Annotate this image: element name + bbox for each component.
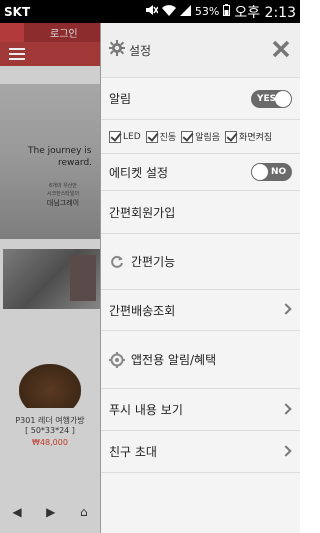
checkbox-label: LED xyxy=(123,131,141,142)
checkbox-label: 알림음 xyxy=(195,133,221,143)
checkbox-screen-on[interactable]: 화면켜짐 xyxy=(225,130,272,143)
mute-icon xyxy=(145,4,159,19)
invite-friend-row[interactable]: 친구 초대 xyxy=(101,431,300,473)
settings-drawer: 설정 알림 YES LED 진동 알림음 화면켜짐 에티켓 설정 NO 간편회원… xyxy=(100,23,300,533)
clock: 오후 2:13 xyxy=(234,4,296,21)
bag-image[interactable] xyxy=(19,364,81,408)
bg-logo xyxy=(0,23,24,42)
checkbox-checked-icon xyxy=(181,130,194,143)
bg-header: 로그인 xyxy=(0,23,100,42)
prev-arrow-icon[interactable]: ◀ xyxy=(12,505,21,519)
banner-small-2: 시크한스타일의 xyxy=(46,191,80,197)
etiquette-toggle[interactable]: NO xyxy=(251,163,292,181)
easy-features-row: 간편기능 xyxy=(101,234,300,290)
checkbox-checked-icon xyxy=(109,130,121,143)
toggle-knob xyxy=(252,164,268,180)
gear-icon xyxy=(109,40,125,60)
signup-label: 간편회원가입 xyxy=(109,205,176,220)
banner-small-1: 6개의 우산안 xyxy=(49,183,77,189)
product-size: [ 50*33*24 ] xyxy=(25,426,75,435)
refresh-icon xyxy=(109,254,125,270)
home-icon[interactable]: ⌂ xyxy=(80,505,88,519)
checkbox-sound[interactable]: 알림음 xyxy=(181,130,220,143)
hamburger-icon[interactable] xyxy=(9,48,25,60)
close-button[interactable] xyxy=(270,38,292,60)
push-view-row[interactable]: 푸시 내용 보기 xyxy=(101,389,300,431)
chevron-right-icon xyxy=(280,402,292,415)
chevron-right-icon xyxy=(280,444,292,457)
etiquette-row: 에티켓 설정 NO xyxy=(101,154,300,191)
alarm-row: 알림 YES xyxy=(101,78,300,120)
background-app: 로그인 The journey is reward. 6개의 우산안 시크한스타… xyxy=(0,23,100,533)
invite-friend-label: 친구 초대 xyxy=(109,445,157,459)
bg-bottom-nav: ◀ ▶ ⌂ xyxy=(0,505,100,519)
etiquette-toggle-text: NO xyxy=(271,167,287,177)
next-arrow-icon[interactable]: ▶ xyxy=(46,505,55,519)
product-caption: P301 레더 여행가방 [ 50*33*24 ] xyxy=(0,416,100,436)
checkbox-led[interactable]: LED xyxy=(109,130,141,143)
product-price: ₩48,000 xyxy=(32,438,68,447)
bg-navbar xyxy=(0,42,100,66)
target-icon xyxy=(109,351,125,368)
checkbox-checked-icon xyxy=(225,130,238,143)
battery-icon xyxy=(223,4,231,19)
app-alarm-row: 앱전용 알림/혜택 xyxy=(101,331,300,389)
alarm-options-row: LED 진동 알림음 화면켜짐 xyxy=(101,120,300,154)
checkbox-label: 화면켜짐 xyxy=(239,133,273,143)
checkbox-checked-icon xyxy=(145,130,158,143)
bg-banner[interactable]: The journey is reward. 6개의 우산안 시크한스타일의 대… xyxy=(0,84,100,239)
bg-photo[interactable] xyxy=(3,249,100,309)
checkbox-label: 진동 xyxy=(159,133,177,143)
banner-text-2: reward. xyxy=(58,158,93,168)
checkbox-vibrate[interactable]: 진동 xyxy=(145,130,177,143)
signup-row[interactable]: 간편회원가입 xyxy=(101,191,300,234)
easy-features-label: 간편기능 xyxy=(131,255,176,269)
delivery-tracking-label: 간편배송조회 xyxy=(109,303,176,318)
product-name: P301 레더 여행가방 xyxy=(15,416,85,425)
alarm-label: 알림 xyxy=(109,92,132,106)
carrier-label: SKT xyxy=(4,4,31,19)
app-alarm-label: 앱전용 알림/혜택 xyxy=(131,353,217,367)
wifi-icon xyxy=(161,4,176,19)
alarm-toggle-text: YES xyxy=(257,93,277,104)
alarm-toggle[interactable]: YES xyxy=(251,89,292,108)
banner-small-3: 대님그레이 xyxy=(46,199,80,207)
status-bar: SKT 53% 오후 2:13 xyxy=(0,0,300,23)
push-view-label: 푸시 내용 보기 xyxy=(109,403,183,417)
toggle-knob xyxy=(275,90,291,107)
drawer-header: 설정 xyxy=(101,23,300,78)
bg-login-link[interactable]: 로그인 xyxy=(50,25,78,40)
drawer-title: 설정 xyxy=(129,43,152,58)
etiquette-label: 에티켓 설정 xyxy=(109,165,169,180)
battery-percent: 53% xyxy=(194,5,220,18)
close-icon xyxy=(272,40,290,58)
delivery-tracking-row[interactable]: 간편배송조회 xyxy=(101,290,300,331)
banner-text-1: The journey is xyxy=(28,146,92,156)
signal-icon xyxy=(179,4,191,19)
chevron-right-icon xyxy=(280,303,292,315)
